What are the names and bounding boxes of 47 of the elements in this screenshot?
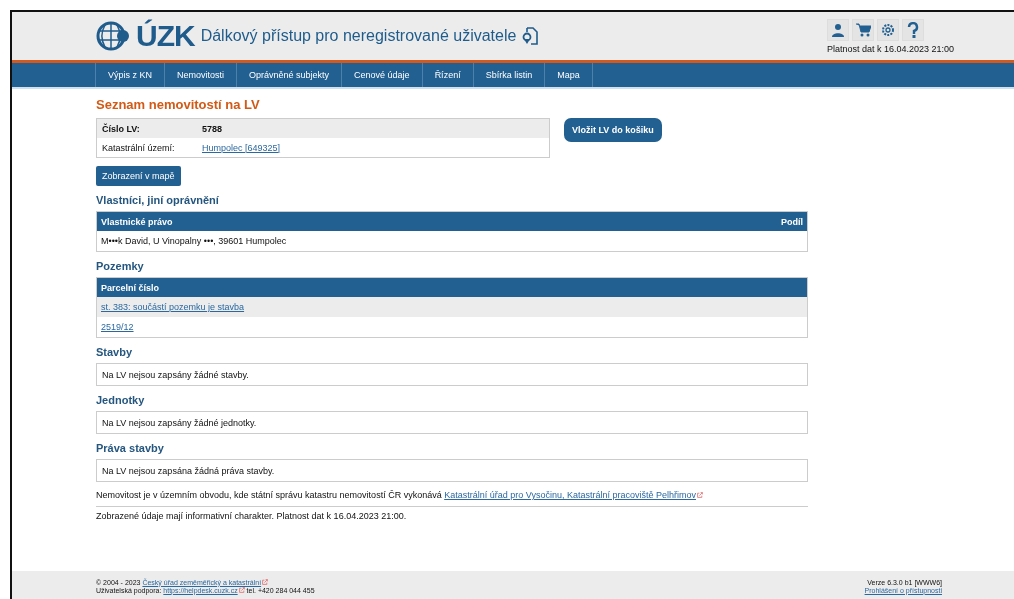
office-note: Nemovitost je v územním obvodu, kde státní správu katastru nemovitostí ČR vykonává Katastrální úřad pro Vysočinu, Katastrální pracoviště Pelhřimov <box>96 490 808 507</box>
show-map-button[interactable]: Zobrazení v mapě <box>96 166 181 186</box>
column-header: Vlastnické právo <box>101 216 173 227</box>
info-value: 5788 <box>202 123 223 134</box>
disclaimer: Zobrazené údaje mají informativní charakter. Platnost dat k 16.04.2023 21:00. <box>96 511 408 521</box>
section-title: Vlastníci, jiní oprávnění <box>96 194 220 206</box>
cadastral-area-link[interactable]: Humpolec [649325] <box>202 142 281 153</box>
table-cell: M•••k David, U Vinopalny •••, 39601 Humpolec <box>101 236 287 246</box>
data-validity: Platnost dat k 16.04.2023 21:00 <box>826 43 954 54</box>
nav-item[interactable]: Sbírka listin <box>472 63 546 87</box>
help-button[interactable] <box>902 18 924 41</box>
section-title: Práva stavby <box>96 442 165 454</box>
logo-text: ÚZK <box>136 19 195 53</box>
section-title: Jednotky <box>96 394 146 406</box>
column-header: Parcelní číslo <box>101 282 160 293</box>
external-link-icon <box>262 578 269 585</box>
user-button[interactable] <box>827 18 849 41</box>
add-to-cart-button[interactable]: Vložit LV do košiku <box>564 118 662 142</box>
nav-item[interactable]: Cenové údaje <box>341 63 423 87</box>
empty-message: Na LV nejsou zapsána žádná práva stavby. <box>96 459 808 482</box>
settings-button[interactable] <box>877 18 899 41</box>
section-title: Stavby <box>96 346 134 358</box>
cart-button[interactable] <box>852 18 874 41</box>
office-link[interactable]: Katastrální úřad pro Vysočinu, Katastrální pracoviště Pelhřimov <box>444 490 696 500</box>
cart-icon <box>855 22 871 37</box>
user-icon <box>831 22 845 37</box>
nav-item[interactable]: Oprávněné subjekty <box>236 63 343 87</box>
parcel-link[interactable]: 2519/12 <box>101 322 134 332</box>
empty-message: Na LV nejsou zapsány žádné jednotky. <box>96 411 808 434</box>
document-pin-icon <box>522 27 539 45</box>
site-title: Dálkový přístup pro neregistrované uživatele <box>200 27 517 45</box>
empty-message: Na LV nejsou zapsány žádné stavby. <box>96 363 808 386</box>
info-label: Číslo LV: <box>102 123 141 134</box>
nav-item[interactable]: Řízení <box>421 63 474 87</box>
page-title: Seznam nemovitostí na LV <box>96 97 261 112</box>
parcel-link[interactable]: st. 383: součástí pozemku je stavba <box>101 302 245 312</box>
settings-icon <box>881 22 895 37</box>
help-icon <box>907 21 919 38</box>
external-link-icon <box>238 586 245 593</box>
nav-item[interactable]: Nemovitosti <box>164 63 238 87</box>
info-label: Katastrální území: <box>102 142 176 153</box>
globe-logo-icon <box>96 21 130 51</box>
section-title: Pozemky <box>96 260 145 272</box>
external-link-icon <box>696 492 703 498</box>
nav-item[interactable]: Mapa <box>544 63 593 87</box>
nav-item[interactable]: Výpis z KN <box>95 63 165 87</box>
column-header: Podíl <box>781 216 803 227</box>
